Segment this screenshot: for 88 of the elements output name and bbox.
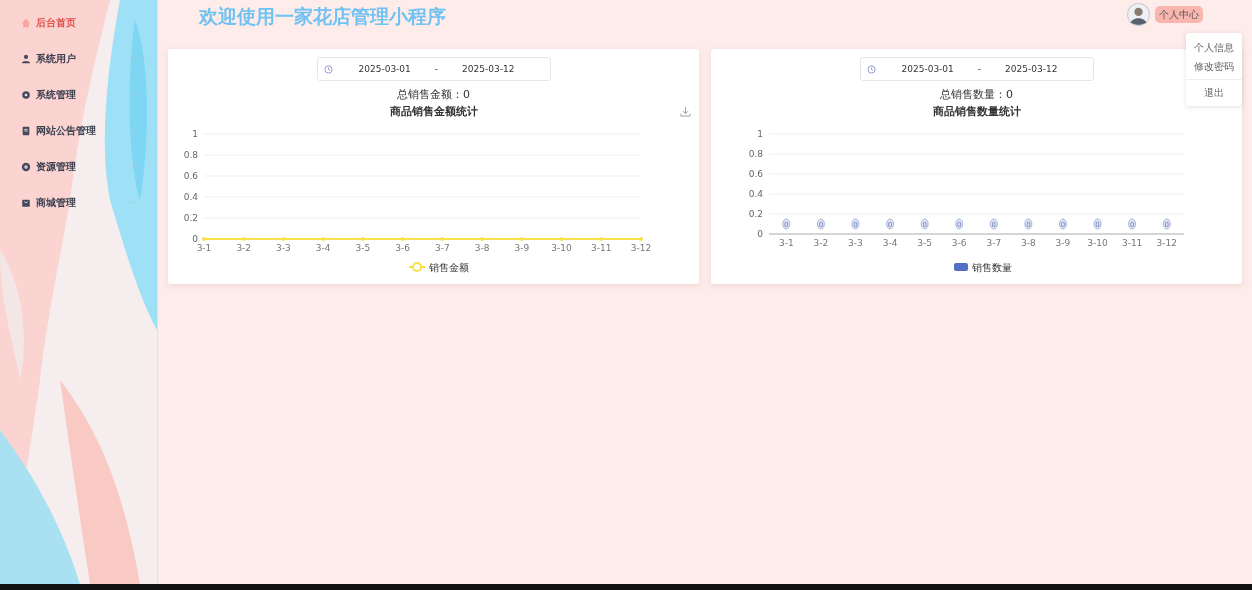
download-icon[interactable] bbox=[680, 106, 691, 117]
data-point bbox=[599, 237, 604, 241]
total-label: 总销售金额：0 bbox=[397, 87, 470, 102]
end-date[interactable]: 2025-03-12 bbox=[1005, 64, 1058, 74]
axis-label: 3-1 bbox=[778, 238, 794, 248]
axis-label: 3-2 bbox=[813, 238, 829, 248]
axis-label: 3-12 bbox=[630, 243, 652, 253]
axis-label: 0.4 bbox=[748, 189, 763, 199]
menu-item[interactable]: 修改密码 bbox=[1186, 57, 1242, 76]
data-point bbox=[400, 237, 405, 241]
clock-icon bbox=[866, 64, 876, 74]
page-title: 欢迎使用一家花店管理小程序 bbox=[199, 4, 446, 28]
axis-label: 3-3 bbox=[276, 243, 291, 253]
axis-label: 0 bbox=[757, 229, 763, 239]
axis-label: 3-5 bbox=[355, 243, 371, 253]
data-point bbox=[559, 237, 564, 241]
chart-title: 商品销售金额统计 bbox=[389, 104, 478, 119]
data-point bbox=[519, 237, 524, 241]
data-point bbox=[639, 237, 643, 241]
chevron-icon bbox=[130, 92, 137, 97]
plus-circle-icon bbox=[21, 162, 31, 172]
data-point bbox=[321, 237, 326, 241]
axis-label: 3-10 bbox=[1087, 238, 1108, 248]
axis-label: 3-12 bbox=[1156, 238, 1177, 248]
avatar[interactable] bbox=[1127, 3, 1150, 26]
data-point bbox=[480, 237, 485, 241]
axis-label: 3-11 bbox=[1121, 238, 1143, 248]
axis-label: 3-4 bbox=[315, 243, 331, 253]
axis-label: 1 bbox=[192, 129, 198, 139]
chevron-icon bbox=[130, 200, 137, 205]
axis-label: 1 bbox=[757, 129, 763, 139]
menu-item[interactable]: 退出 bbox=[1186, 83, 1242, 102]
axis-label: 0.6 bbox=[183, 171, 198, 181]
sidebar-item[interactable]: 系统用户 bbox=[0, 41, 157, 77]
sidebar-item[interactable]: 系统管理 bbox=[0, 77, 157, 113]
axis-label: 0.8 bbox=[183, 150, 198, 160]
sidebar-item[interactable]: 资源管理 bbox=[0, 149, 157, 185]
axis-label: 0.8 bbox=[748, 149, 763, 159]
date-range-picker[interactable]: 2025-03-01 - 2025-03-12 bbox=[859, 57, 1094, 81]
store-icon bbox=[21, 198, 31, 208]
document-icon bbox=[21, 126, 31, 136]
axis-label: 0.4 bbox=[183, 192, 198, 202]
chevron-icon bbox=[130, 128, 137, 133]
axis-label: 3-9 bbox=[514, 243, 530, 253]
user-icon bbox=[21, 54, 31, 64]
gear-icon bbox=[21, 90, 31, 100]
data-point bbox=[440, 237, 445, 241]
start-date[interactable]: 2025-03-01 bbox=[901, 64, 954, 74]
axis-label: 3-8 bbox=[1021, 238, 1036, 248]
axis-label: 3-11 bbox=[591, 243, 612, 253]
axis-label: 0 bbox=[192, 234, 198, 244]
axis-label: 0.2 bbox=[183, 213, 198, 223]
data-point bbox=[360, 237, 365, 241]
end-date[interactable]: 2025-03-12 bbox=[462, 64, 515, 74]
axis-label: 3-10 bbox=[551, 243, 572, 253]
range-separator: - bbox=[977, 64, 982, 74]
axis-label: 3-6 bbox=[951, 238, 967, 248]
total-label: 总销售数量：0 bbox=[940, 87, 1013, 102]
user-center-button[interactable]: 个人中心 bbox=[1155, 6, 1203, 23]
home-icon bbox=[21, 18, 31, 28]
axis-label: 3-7 bbox=[986, 238, 1002, 248]
sidebar-item[interactable]: 网站公告管理 bbox=[0, 113, 157, 149]
legend-label[interactable]: 销售金额 bbox=[429, 262, 469, 273]
data-point bbox=[281, 237, 286, 241]
data-point bbox=[202, 237, 206, 241]
legend-icon[interactable] bbox=[954, 263, 968, 271]
axis-label: 0.6 bbox=[748, 169, 763, 179]
legend-label[interactable]: 销售数量 bbox=[972, 262, 1012, 273]
menu-item[interactable]: 个人信息 bbox=[1186, 38, 1242, 57]
axis-label: 3-4 bbox=[882, 238, 898, 248]
axis-label: 3-3 bbox=[848, 238, 863, 248]
axis-label: 3-1 bbox=[196, 243, 212, 253]
axis-label: 3-5 bbox=[917, 238, 932, 248]
chart-title: 商品销售数量统计 bbox=[932, 104, 1021, 119]
date-range-picker[interactable]: 2025-03-01 - 2025-03-12 bbox=[316, 57, 551, 81]
clock-icon bbox=[323, 64, 333, 74]
axis-label: 3-6 bbox=[395, 243, 410, 253]
chevron-icon bbox=[130, 164, 137, 169]
data-point bbox=[241, 237, 246, 241]
axis-label: 3-2 bbox=[236, 243, 252, 253]
chevron-icon bbox=[130, 56, 137, 61]
axis-label: 3-9 bbox=[1055, 238, 1071, 248]
axis-label: 3-7 bbox=[435, 243, 450, 253]
sidebar-item[interactable]: 商城管理 bbox=[0, 185, 157, 221]
range-separator: - bbox=[434, 64, 439, 74]
start-date[interactable]: 2025-03-01 bbox=[358, 64, 411, 74]
axis-label: 0.2 bbox=[748, 209, 763, 219]
axis-label: 3-8 bbox=[474, 243, 490, 253]
